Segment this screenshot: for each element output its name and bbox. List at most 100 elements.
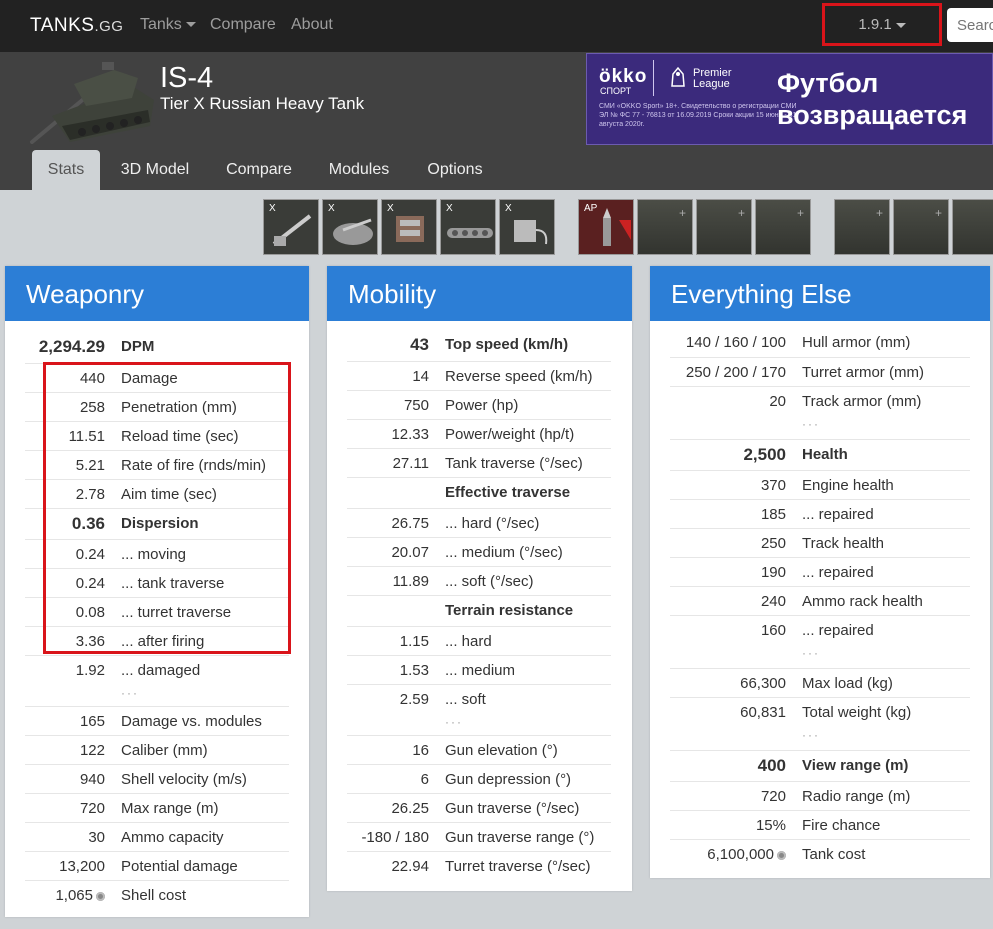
stat-label: ... tank traverse — [121, 575, 225, 592]
stat-row: 440 Damage — [25, 363, 289, 392]
stat-label: Aim time (sec) — [121, 486, 217, 503]
nav-about[interactable]: About — [291, 16, 333, 34]
equipment-slot[interactable]: + — [834, 199, 890, 255]
stat-row: 720 Radio range (m) — [670, 781, 970, 810]
stat-row: 1.53 ... medium — [347, 655, 611, 684]
tank-subtitle: Tier X Russian Heavy Tank — [160, 94, 365, 113]
consumable-slot[interactable]: + — [637, 199, 693, 255]
stat-row: 26.75 ... hard (°/sec) — [347, 508, 611, 537]
stat-value: 185 — [760, 506, 786, 523]
ellipsis-separator: ··· — [445, 715, 463, 729]
stat-value: 122 — [79, 742, 105, 759]
stat-value: 26.75 — [391, 515, 429, 532]
stat-label: Ammo capacity — [121, 829, 224, 846]
stat-label: Potential damage — [121, 858, 238, 875]
stat-row: 60,831 Total weight (kg) — [670, 697, 970, 726]
tab-stats[interactable]: Stats — [32, 150, 100, 190]
stat-value: 160 — [760, 622, 786, 639]
turret-module-slot[interactable]: X — [322, 199, 378, 255]
stat-row: 14 Reverse speed (km/h) — [347, 361, 611, 390]
brand-logo[interactable]: TANKS.GG — [30, 15, 123, 37]
tank-name: IS-4 — [160, 62, 214, 94]
stat-row: 22.94 Turret traverse (°/sec) — [347, 851, 611, 880]
stat-value: 26.25 — [391, 800, 429, 817]
engine-module-slot[interactable]: X — [381, 199, 437, 255]
stat-value: 940 — [79, 771, 105, 788]
ammo-slot-ap[interactable]: AP — [578, 199, 634, 255]
stat-row: 370 Engine health — [670, 470, 970, 499]
gun-module-slot[interactable]: X — [263, 199, 319, 255]
stat-label: Hull armor (mm) — [802, 334, 911, 351]
stat-value: 5.21 — [75, 457, 105, 474]
stat-value: 440 — [79, 370, 105, 387]
stat-row: 66,300 Max load (kg) — [670, 668, 970, 697]
consumable-slot[interactable]: + — [755, 199, 811, 255]
tab-options[interactable]: Options — [412, 150, 498, 190]
advertisement-banner[interactable]: ökko СПОРТ Premier League СМИ «OKKO Spor… — [586, 53, 993, 145]
lion-icon — [671, 66, 685, 87]
nav-compare[interactable]: Compare — [210, 16, 276, 34]
stat-label: Dispersion — [121, 515, 199, 532]
stat-label: Engine health — [802, 477, 894, 494]
stat-label: Reload time (sec) — [121, 428, 239, 445]
silver-coin-icon — [96, 891, 105, 901]
stat-row: 20 Track armor (mm) — [670, 386, 970, 415]
stat-label: Effective traverse — [445, 484, 571, 501]
stat-label: ... soft — [445, 691, 486, 708]
tab-compare[interactable]: Compare — [212, 150, 306, 190]
stat-value: 2.59 — [399, 691, 429, 708]
stat-row: 2.78 Aim time (sec) — [25, 479, 289, 508]
tab-modules[interactable]: Modules — [316, 150, 402, 190]
stat-label: ... damaged — [121, 662, 201, 679]
stat-row: 16 Gun elevation (°) — [347, 735, 611, 764]
stat-label: Damage — [121, 370, 178, 387]
consumable-slot[interactable]: + — [696, 199, 752, 255]
version-dropdown[interactable]: 1.9.1 — [822, 3, 942, 46]
stat-value: 22.94 — [391, 858, 429, 875]
stat-value: 720 — [760, 788, 786, 805]
stat-row: 6,100,000 Tank cost — [670, 839, 970, 868]
radio-module-slot[interactable]: X — [499, 199, 555, 255]
mobility-panel: Mobility 43 Top speed (km/h) 14 Reverse spe… — [327, 266, 632, 891]
tab-3d-model[interactable]: 3D Model — [106, 150, 204, 190]
stat-value: 6,100,000 — [707, 846, 786, 863]
stat-value: 400 — [757, 756, 786, 775]
mobility-title: Mobility — [327, 266, 632, 321]
stat-row: 27.11 Tank traverse (°/sec) — [347, 448, 611, 477]
stat-value: 2.78 — [75, 486, 105, 503]
stat-label: Power/weight (hp/t) — [445, 426, 575, 443]
stat-label: Max range (m) — [121, 800, 219, 817]
stat-value: 0.36 — [71, 514, 105, 533]
stat-row: 43 Top speed (km/h) — [347, 330, 611, 361]
stat-label: Terrain resistance — [445, 602, 574, 619]
stat-row: 1.92 ... damaged — [25, 655, 289, 684]
everything-else-panel: Everything Else 140 / 160 / 100 Hull armo… — [650, 266, 990, 878]
weaponry-title: Weaponry — [5, 266, 309, 321]
stat-row: 190 ... repaired — [670, 557, 970, 586]
ad-divider — [653, 60, 654, 96]
stat-value: 27.11 — [392, 455, 429, 472]
ellipsis-separator: ··· — [802, 646, 820, 660]
plus-icon: + — [875, 206, 883, 220]
equipment-slot[interactable]: + — [893, 199, 949, 255]
search-input[interactable] — [947, 8, 993, 42]
stat-label: Tank cost — [802, 846, 866, 863]
nav-tanks-label: Tanks — [140, 16, 182, 33]
ellipsis-separator: ··· — [802, 728, 820, 742]
nav-tanks-dropdown[interactable]: Tanks — [140, 16, 196, 34]
stat-row: 240 Ammo rack health — [670, 586, 970, 615]
ad-sport: СПОРТ — [600, 86, 632, 96]
stat-label: Caliber (mm) — [121, 742, 208, 759]
stat-row: 0.24 ... moving — [25, 539, 289, 568]
stat-value: 370 — [760, 477, 786, 494]
stat-label: Ammo rack health — [802, 593, 923, 610]
module-tier-label: X — [446, 203, 453, 214]
stat-value: 165 — [79, 713, 105, 730]
equipment-slot[interactable] — [952, 199, 993, 255]
stat-label: Total weight (kg) — [802, 704, 912, 721]
stat-label: ... hard (°/sec) — [445, 515, 540, 532]
suspension-module-slot[interactable]: X — [440, 199, 496, 255]
everything-else-title: Everything Else — [650, 266, 990, 321]
stat-row: 12.33 Power/weight (hp/t) — [347, 419, 611, 448]
stat-row: 165 Damage vs. modules — [25, 706, 289, 735]
